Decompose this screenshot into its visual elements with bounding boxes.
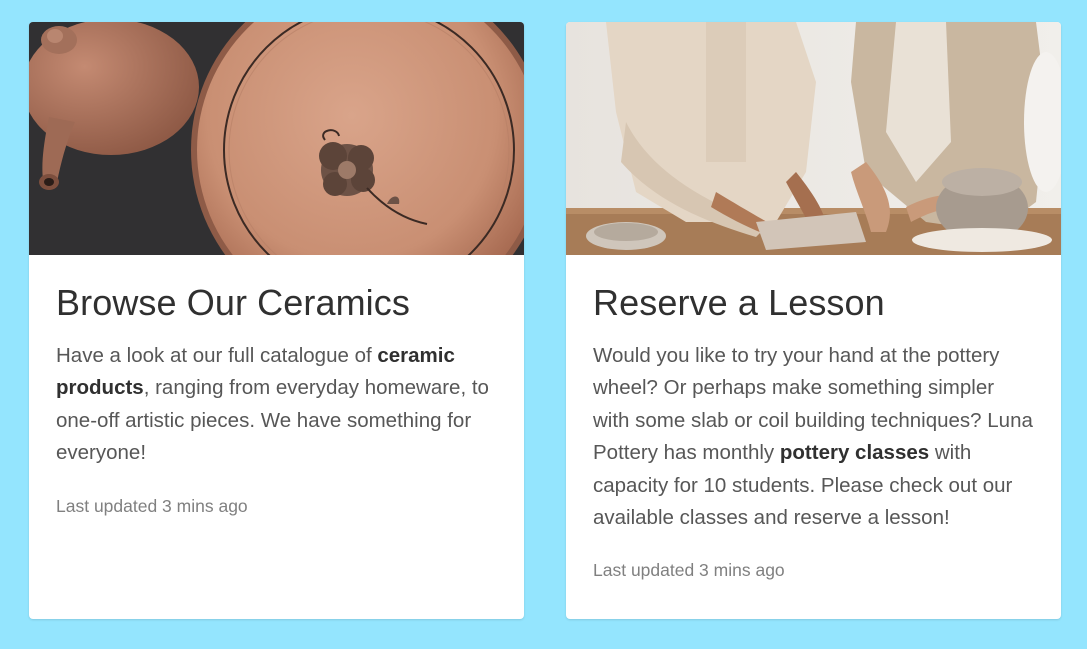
- description-text: Have a look at our full catalogue of: [56, 344, 378, 367]
- card-reserve-lesson: Reserve a Lesson Would you like to try y…: [566, 22, 1061, 619]
- card-title: Browse Our Ceramics: [56, 282, 410, 323]
- teapot-and-plate-image: [29, 22, 524, 255]
- card-description: Have a look at our full catalogue of cer…: [56, 340, 497, 470]
- last-updated-text: Last updated 3 mins ago: [56, 495, 248, 516]
- card-browse-ceramics: Browse Our Ceramics Have a look at our f…: [29, 22, 524, 619]
- pottery-classes-link[interactable]: pottery classes: [780, 441, 929, 464]
- card-title: Reserve a Lesson: [593, 282, 885, 323]
- last-updated-text: Last updated 3 mins ago: [593, 560, 785, 581]
- card-description: Would you like to try your hand at the p…: [593, 340, 1034, 534]
- pottery-class-image: [566, 22, 1061, 255]
